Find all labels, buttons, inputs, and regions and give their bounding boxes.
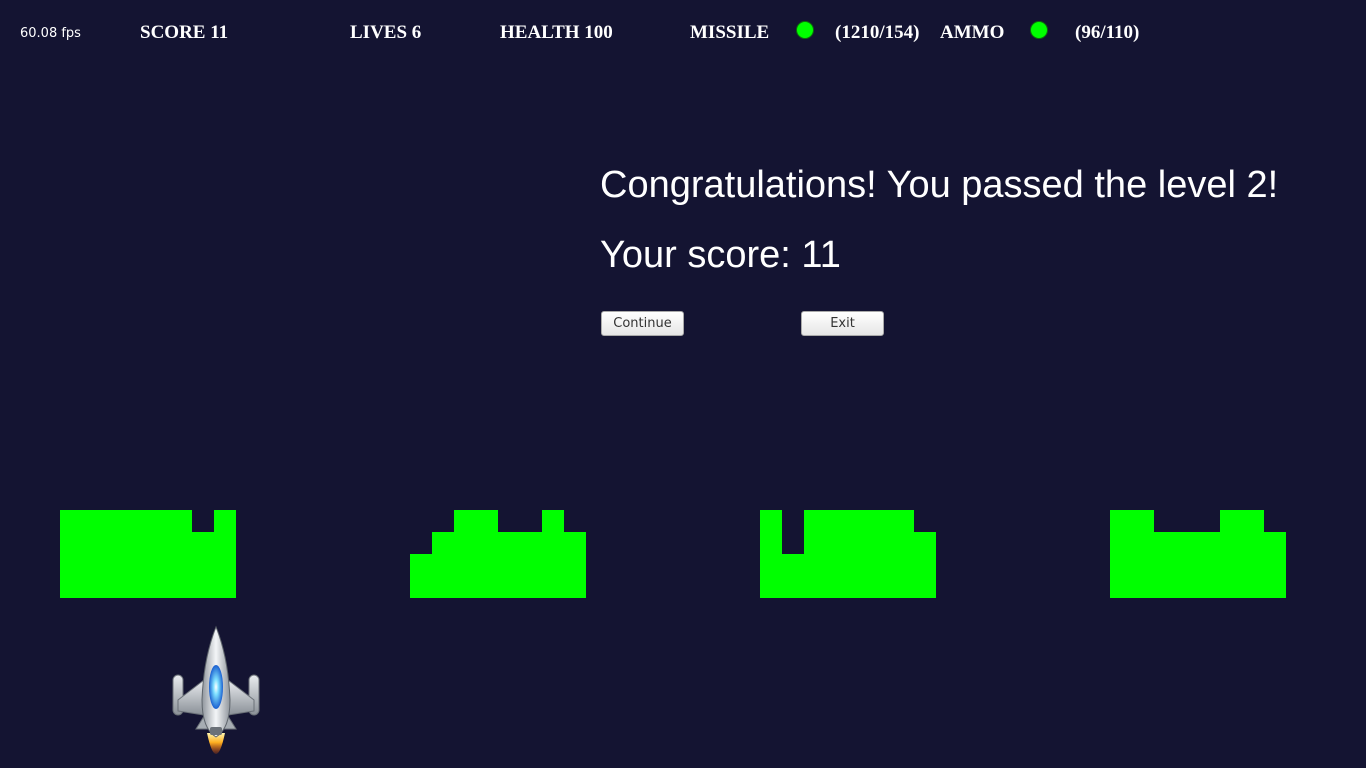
spaceship-icon (172, 625, 260, 754)
ammo-label: AMMO (940, 22, 1005, 43)
missile-label: MISSILE (690, 22, 770, 43)
ammo-count: (96/110) (1075, 22, 1140, 43)
fps-counter: 60.08 fps (20, 26, 81, 41)
lives-label: LIVES 6 (350, 22, 422, 43)
exit-button[interactable]: Exit (801, 311, 884, 336)
score-label: SCORE 11 (140, 22, 229, 43)
bunker-shield (410, 510, 586, 598)
bunker-shield (60, 510, 236, 598)
bunker-shield (1110, 510, 1286, 598)
bunker-shield (760, 510, 936, 598)
continue-button[interactable]: Continue (601, 311, 684, 336)
missile-count: (1210/154) (835, 22, 920, 43)
missile-ready-indicator (796, 21, 814, 39)
level-complete-message: Congratulations! You passed the level 2! (600, 164, 1279, 206)
ammo-ready-indicator (1030, 21, 1048, 39)
health-label: HEALTH 100 (500, 22, 613, 43)
final-score-text: Your score: 11 (600, 234, 841, 276)
